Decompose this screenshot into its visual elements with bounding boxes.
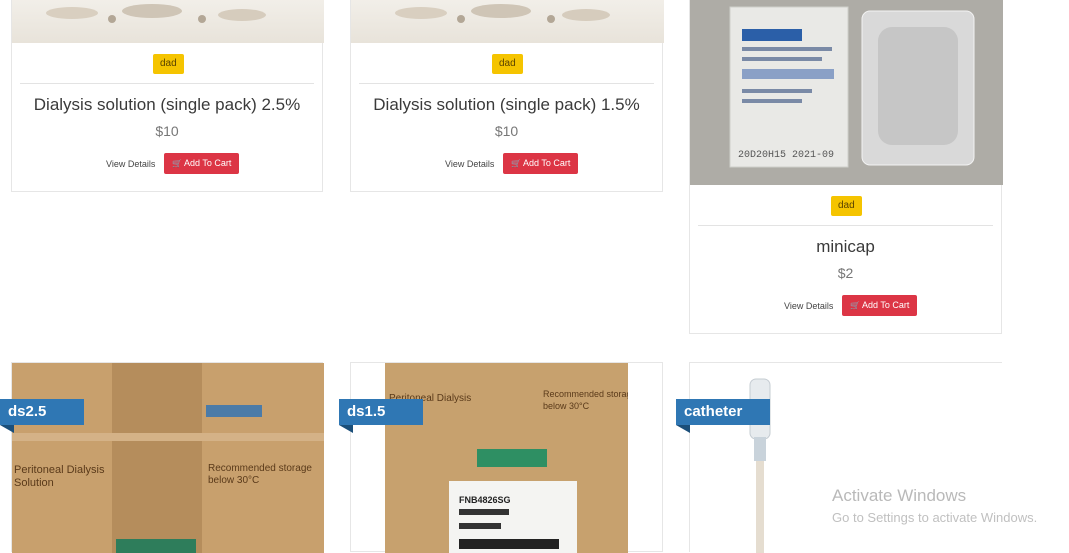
product-photo: 20D20H15 2021-09 (690, 0, 1003, 185)
box-text-right1: Recommended storage (208, 463, 312, 474)
product-card: Peritoneal Dialysis Recommended storage … (350, 362, 663, 553)
add-to-cart-label: Add To Cart (183, 158, 232, 168)
product-title: minicap (816, 237, 875, 256)
ribbon-label: catheter (684, 403, 743, 420)
product-price: $2 (837, 265, 854, 281)
divider (20, 83, 314, 84)
product-image[interactable] (351, 0, 664, 43)
divider (359, 83, 654, 84)
add-to-cart-label: Add To Cart (522, 158, 571, 168)
category-badge: dad (492, 54, 523, 74)
divider (698, 225, 993, 226)
minicap-date-text: 20D20H15 2021-09 (738, 150, 834, 161)
category-badge: dad (831, 196, 862, 216)
product-price: $10 (155, 123, 179, 139)
add-to-cart-button[interactable]: 🛒 Add To Cart (503, 153, 579, 174)
box-photo: Peritoneal Dialysis Recommended storage … (385, 363, 628, 553)
box-photo: Peritoneal Dialysis Solution Recommended… (12, 363, 324, 553)
product-title: Dialysis solution (single pack) 1.5% (373, 95, 640, 114)
box-text-right2: below 30°C (543, 401, 590, 411)
view-details-link[interactable]: View Details (445, 159, 494, 169)
product-ribbon: ds1.5 (339, 399, 423, 433)
box-text-left2: Solution (14, 477, 54, 489)
product-image[interactable] (12, 0, 324, 43)
ribbon-label: ds1.5 (347, 403, 386, 420)
add-to-cart-button[interactable]: 🛒 Add To Cart (164, 153, 240, 174)
product-card: Peritoneal Dialysis Solution Recommended… (11, 362, 324, 553)
view-details-link[interactable]: View Details (106, 159, 155, 169)
activate-windows-title: Activate Windows (832, 486, 967, 505)
cart-icon: 🛒 (850, 301, 860, 310)
category-badge: dad (153, 54, 184, 74)
activate-windows-subtitle: Go to Settings to activate Windows. (832, 510, 1038, 525)
box-text-left1: Peritoneal Dialysis (14, 464, 105, 476)
product-ribbon: catheter (676, 399, 770, 433)
product-ribbon: ds2.5 (0, 399, 84, 433)
add-to-cart-label: Add To Cart (861, 300, 910, 310)
product-photo (46, 4, 266, 23)
product-card: 20D20H15 2021-09 dad minicap $2 View Det… (689, 0, 1003, 334)
product-card: dad Dialysis solution (single pack) 1.5%… (350, 0, 664, 192)
ribbon-fold (0, 425, 14, 433)
add-to-cart-button[interactable]: 🛒 Add To Cart (842, 295, 918, 316)
product-title: Dialysis solution (single pack) 2.5% (33, 95, 301, 114)
view-details-link[interactable]: View Details (784, 301, 833, 311)
ribbon-label: ds2.5 (8, 403, 47, 420)
product-image[interactable]: Peritoneal Dialysis Recommended storage … (385, 363, 628, 553)
box-text-right1: Recommended storage (543, 389, 628, 399)
product-photo (395, 4, 610, 23)
product-image[interactable]: 20D20H15 2021-09 (690, 0, 1003, 185)
box-text-right2: below 30°C (208, 475, 259, 486)
product-card: dad Dialysis solution (single pack) 2.5%… (11, 0, 324, 192)
product-image[interactable]: Peritoneal Dialysis Solution Recommended… (12, 363, 324, 553)
box-label-code: FNB4826SG (459, 495, 511, 505)
cart-icon: 🛒 (172, 159, 182, 168)
ribbon-fold (339, 425, 353, 433)
ribbon-fold (676, 425, 690, 433)
product-price: $10 (494, 123, 519, 139)
cart-icon: 🛒 (511, 159, 521, 168)
